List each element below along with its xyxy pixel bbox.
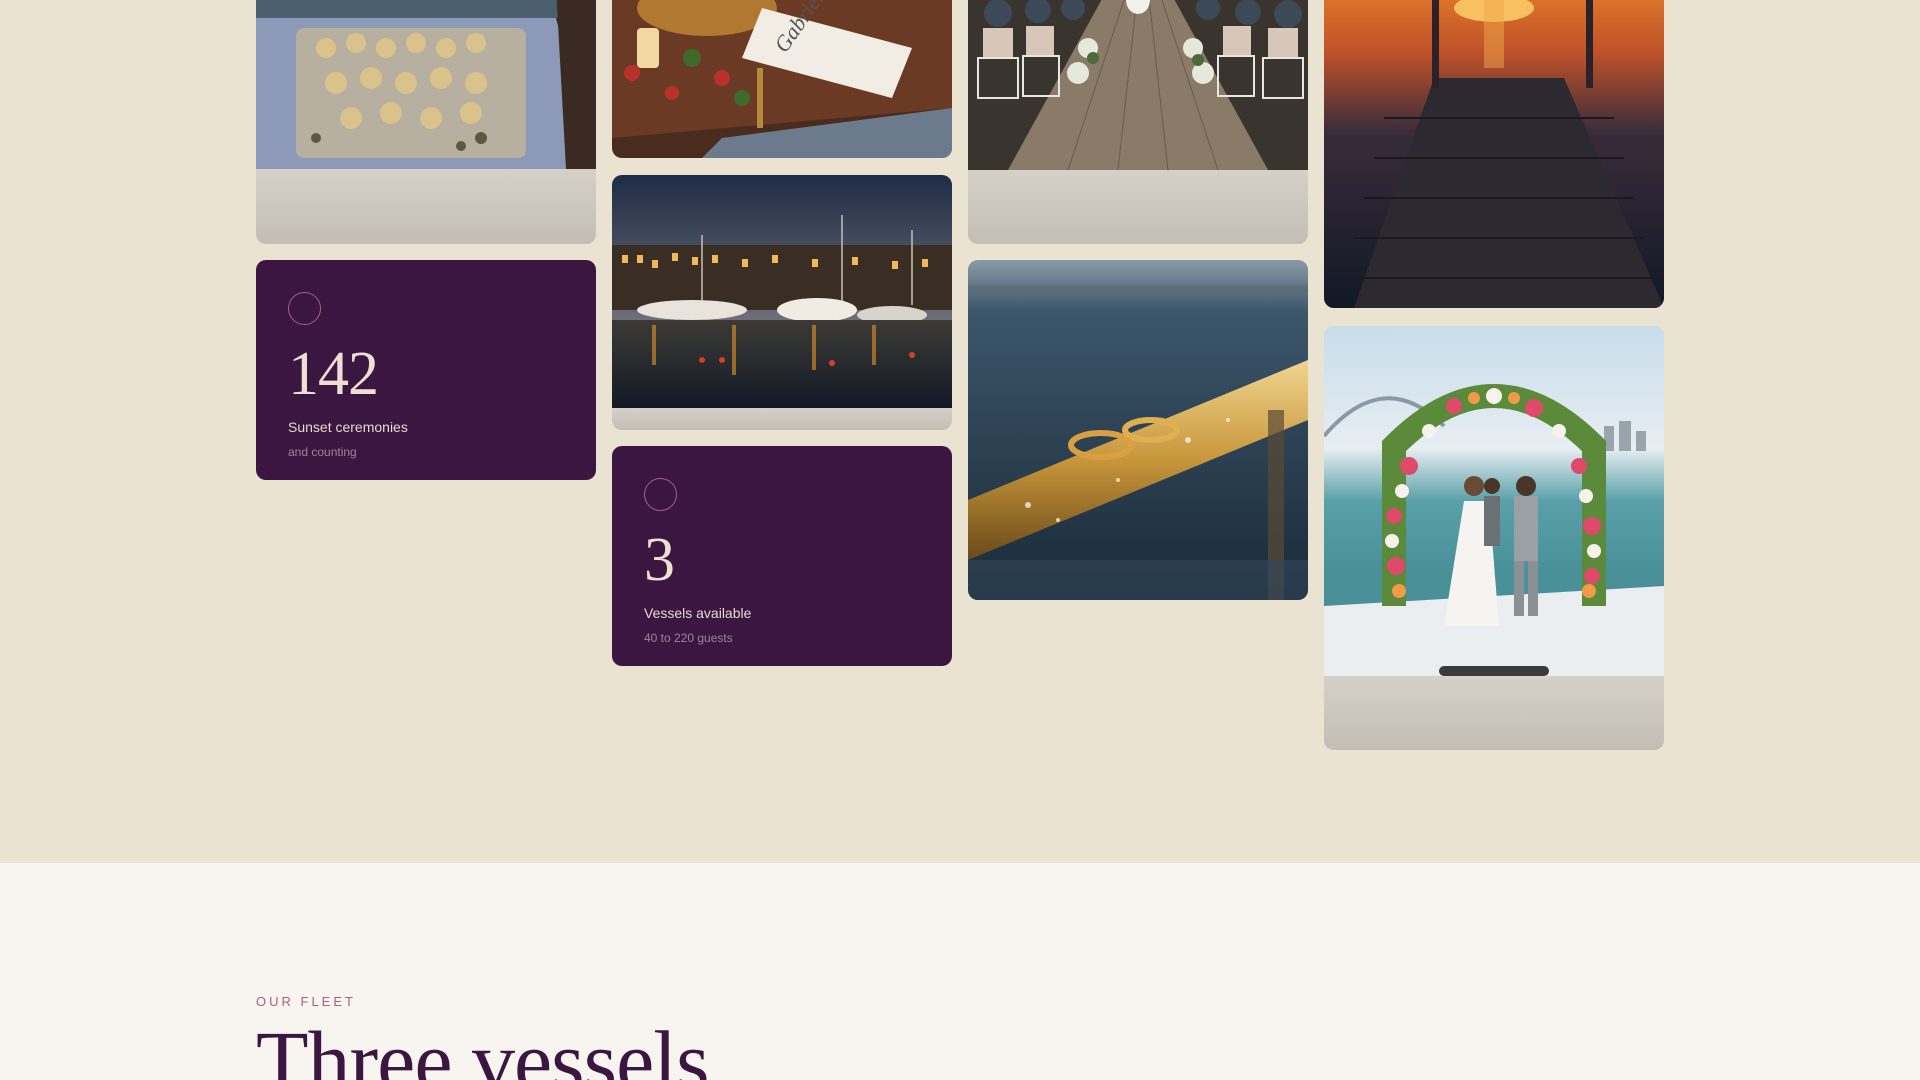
wedding-rings-on-rail-photo	[968, 260, 1308, 600]
place-setting-photo-card[interactable]: Gabriel	[612, 0, 952, 158]
wedding-rings-on-rail-photo-card[interactable]	[968, 260, 1308, 600]
section-eyebrow: OUR FLEET	[256, 994, 356, 1009]
champagne-tower-photo	[256, 0, 596, 169]
stat-number: 3	[644, 526, 675, 594]
harbour-at-night-photo-card[interactable]	[612, 175, 952, 430]
floral-arch-ceremony-photo-card[interactable]	[1324, 326, 1664, 750]
stat-sub: 40 to 220 guests	[644, 631, 733, 645]
stat-label: Sunset ceremonies	[288, 419, 408, 435]
stat-label: Vessels available	[644, 605, 752, 621]
section-headline: Three vessels	[256, 1013, 710, 1080]
floral-arch-ceremony-photo	[1324, 326, 1664, 676]
champagne-tower-photo-card[interactable]	[256, 0, 596, 244]
harbour-at-night-photo	[612, 175, 952, 408]
sunset-pier-photo	[1324, 0, 1664, 308]
deck-ceremony-aisle-photo-card[interactable]	[968, 0, 1308, 244]
stat-number: 142	[288, 340, 379, 408]
deck-ceremony-aisle-photo	[968, 0, 1308, 170]
stat-sub: and counting	[288, 445, 357, 459]
stat-card-ceremonies: 142 Sunset ceremonies and counting	[256, 260, 596, 480]
place-setting-photo: Gabriel	[612, 0, 952, 158]
ring-icon	[644, 478, 677, 511]
fleet-section: OUR FLEET Three vessels	[0, 863, 1920, 1080]
stat-card-vessels: 3 Vessels available 40 to 220 guests	[612, 446, 952, 666]
sunset-pier-photo-card[interactable]	[1324, 0, 1664, 308]
ring-icon	[288, 292, 321, 325]
